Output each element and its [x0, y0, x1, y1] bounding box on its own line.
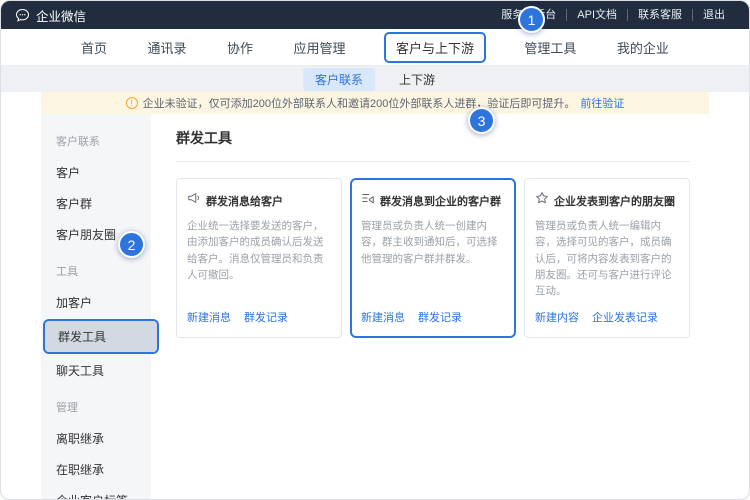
main-nav: 首页 通讯录 协作 应用管理 客户与上下游 管理工具 我的企业 — [1, 29, 749, 66]
card-description: 企业统一选择要发送的客户，由添加客户的成员确认后发送给客户。消息仅管理员和负责人… — [187, 218, 331, 283]
annotation-badge-1: 1 — [518, 6, 545, 33]
nav-item-my-enterprise[interactable]: 我的企业 — [615, 33, 671, 62]
card-title: 企业发表到客户的朋友圈 — [554, 193, 675, 209]
brand-logo: 企业微信 — [15, 6, 86, 25]
topbar-link-contact-support[interactable]: 联系客服 — [627, 9, 692, 21]
mass-send-records-link[interactable]: 群发记录 — [244, 309, 288, 325]
card-head: 群发消息到企业的客户群 — [361, 191, 505, 210]
sidebar-item-customers[interactable]: 客户 — [41, 157, 151, 188]
sidebar-item-resignation-inheritance[interactable]: 离职继承 — [41, 423, 151, 454]
banner-wrap: ! 企业未验证，仅可添加200位外部联系人和邀请200位外部联系人进群，验证后即… — [1, 92, 749, 114]
page-title: 群发工具 — [176, 128, 690, 162]
cards-row: 群发消息给客户 企业统一选择要发送的客户，由添加客户的成员确认后发送给客户。消息… — [176, 178, 690, 338]
new-content-link[interactable]: 新建内容 — [535, 309, 579, 325]
card-links: 新建内容 企业发表记录 — [535, 309, 679, 327]
sidebar-item-on-job-inheritance[interactable]: 在职继承 — [41, 454, 151, 485]
nav-item-collaboration[interactable]: 协作 — [225, 33, 255, 62]
subtab-strip: 客户联系 上下游 — [1, 66, 749, 92]
main-content: 群发工具 群发消息给客户 企业统一选择要发送的客户，由添加客户的成员确认后发送给… — [151, 114, 710, 500]
card-mass-message-to-customer-groups: 群发消息到企业的客户群 管理员或负责人统一创建内容，群主收到通知后，可选择他管理… — [350, 178, 516, 338]
chat-bubble-icon — [15, 8, 30, 23]
nav-item-customers-upstream-downstream[interactable]: 客户与上下游 — [384, 32, 486, 63]
topbar: 企业微信 服务商后台 API文档 联系客服 退出 — [1, 1, 749, 29]
sidebar-item-add-customer[interactable]: 加客户 — [41, 287, 151, 318]
nav-item-app-management[interactable]: 应用管理 — [291, 33, 347, 62]
card-description: 管理员或负责人统一编辑内容，选择可见的客户，成员确认后，可将内容发表到客户的朋友… — [535, 218, 679, 299]
broadcast-list-icon — [361, 191, 375, 210]
topbar-link-api-docs[interactable]: API文档 — [566, 9, 627, 21]
card-head: 企业发表到客户的朋友圈 — [535, 191, 679, 210]
app-window: 企业微信 服务商后台 API文档 联系客服 退出 首页 通讯录 协作 应用管理 … — [0, 0, 750, 500]
tab-customer-contact[interactable]: 客户联系 — [303, 68, 375, 91]
megaphone-icon — [187, 191, 201, 210]
annotation-badge-3: 3 — [468, 107, 495, 134]
annotation-badge-2: 2 — [118, 231, 145, 258]
verification-banner: ! 企业未验证，仅可添加200位外部联系人和邀请200位外部联系人进群，验证后即… — [41, 92, 709, 114]
tab-upstream-downstream[interactable]: 上下游 — [387, 68, 447, 91]
moments-star-icon — [535, 191, 549, 210]
card-publish-to-customer-moments: 企业发表到客户的朋友圈 管理员或负责人统一编辑内容，选择可见的客户，成员确认后，… — [524, 178, 690, 338]
sidebar-item-mass-messaging-tools[interactable]: 群发工具 — [45, 321, 157, 352]
card-description: 管理员或负责人统一创建内容，群主收到通知后，可选择他管理的客户群并群发。 — [361, 218, 505, 267]
sidebar-section-management: 管理 — [41, 386, 151, 423]
sidebar-item-enterprise-customer-tags[interactable]: 企业客户标签 — [41, 485, 151, 500]
card-title: 群发消息给客户 — [206, 193, 283, 209]
go-verify-link[interactable]: 前往验证 — [580, 95, 624, 111]
annotation-box-2: 群发工具 — [43, 319, 159, 354]
topbar-link-logout[interactable]: 退出 — [692, 9, 735, 21]
brand-name: 企业微信 — [36, 6, 86, 25]
new-message-link[interactable]: 新建消息 — [361, 309, 405, 325]
new-message-link[interactable]: 新建消息 — [187, 309, 231, 325]
sidebar-section-customer-contact: 客户联系 — [41, 120, 151, 157]
warning-icon: ! — [126, 97, 138, 109]
card-links: 新建消息 群发记录 — [187, 309, 331, 327]
enterprise-publish-records-link[interactable]: 企业发表记录 — [592, 309, 658, 325]
mass-send-records-link[interactable]: 群发记录 — [418, 309, 462, 325]
card-head: 群发消息给客户 — [187, 191, 331, 210]
sidebar: 客户联系 客户 客户群 客户朋友圈 工具 加客户 群发工具 聊天工具 管理 离职… — [41, 114, 151, 500]
banner-text: 企业未验证，仅可添加200位外部联系人和邀请200位外部联系人进群，验证后即可提… — [143, 95, 576, 111]
card-title: 群发消息到企业的客户群 — [380, 193, 501, 209]
card-mass-message-to-customers: 群发消息给客户 企业统一选择要发送的客户，由添加客户的成员确认后发送给客户。消息… — [176, 178, 342, 338]
sidebar-item-customer-groups[interactable]: 客户群 — [41, 188, 151, 219]
card-links: 新建消息 群发记录 — [361, 309, 505, 327]
nav-item-management-tools[interactable]: 管理工具 — [522, 33, 578, 62]
nav-item-contacts[interactable]: 通讯录 — [145, 33, 188, 62]
sidebar-item-chat-tools[interactable]: 聊天工具 — [41, 355, 151, 386]
page-body: 客户联系 客户 客户群 客户朋友圈 工具 加客户 群发工具 聊天工具 管理 离职… — [1, 114, 749, 500]
nav-item-home[interactable]: 首页 — [79, 33, 109, 62]
